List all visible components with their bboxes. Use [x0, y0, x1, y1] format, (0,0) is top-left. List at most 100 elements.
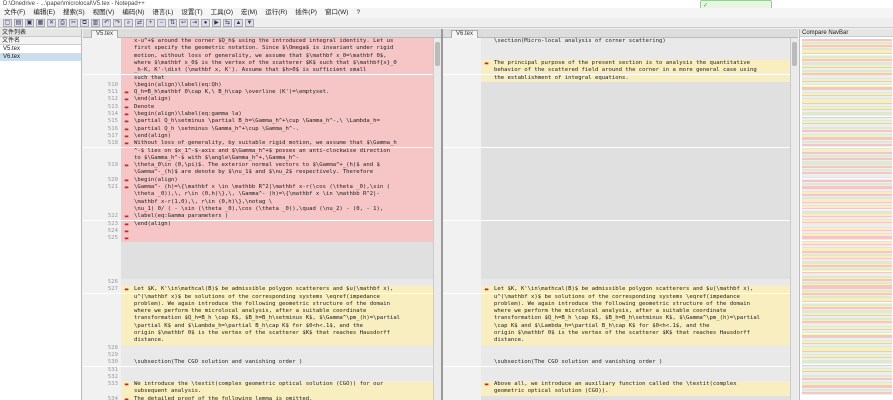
line-text[interactable] [493, 111, 798, 118]
line-text[interactable] [133, 279, 441, 286]
code-line[interactable] [443, 96, 798, 104]
line-text[interactable]: origin $\mathbf 0$ is the vertex of the … [493, 330, 798, 337]
file-item-v6[interactable]: V6.tex [0, 53, 81, 61]
code-line[interactable] [83, 242, 441, 250]
line-text[interactable]: geometric optical solution (CGO)). [493, 388, 798, 395]
line-text[interactable] [133, 228, 441, 235]
code-line[interactable]: motion, without loss of generality, we a… [83, 52, 441, 60]
replace-icon[interactable]: ⇄ [135, 19, 144, 27]
menu-item-9[interactable]: 运行(R) [261, 9, 291, 16]
line-text[interactable] [133, 242, 441, 249]
code-line[interactable] [443, 89, 798, 97]
line-text[interactable]: \begin(align)\label(eq:Qh) [133, 82, 441, 89]
code-line[interactable]: 519 ▬ \theta_0\in (0,\pi)$. The exterior … [83, 162, 441, 170]
code-line[interactable] [443, 52, 798, 60]
code-line[interactable] [443, 125, 798, 133]
line-text[interactable] [493, 162, 798, 169]
line-text[interactable]: _h-K, K'-\dist (\mathbf x, K'). Assume t… [133, 67, 441, 74]
code-line[interactable]: origin $\mathbf 0$ is the vertex of the … [443, 330, 798, 338]
line-text[interactable]: \end(align) [133, 221, 441, 228]
line-text[interactable]: Above all, we introduce an auxiliary fun… [493, 381, 798, 388]
code-line[interactable] [443, 344, 798, 352]
code-line[interactable] [443, 373, 798, 382]
line-text[interactable] [133, 272, 441, 279]
line-text[interactable] [493, 213, 798, 220]
line-text[interactable] [493, 367, 798, 374]
code-line[interactable]: origin $\mathbf 0$ is the vertex of the … [83, 330, 441, 338]
line-text[interactable]: the establishment of integral equations. [493, 75, 798, 82]
code-line[interactable] [443, 169, 798, 177]
line-text[interactable] [493, 221, 798, 228]
line-text[interactable]: \partial Q_h\setminus \partial B_h=\Gamm… [133, 118, 441, 125]
line-text[interactable] [493, 235, 798, 242]
line-text[interactable]: Denote [133, 104, 441, 111]
left-editor-pane[interactable]: V5.tex x-u^+$ around the corner $Q_h$ us… [83, 29, 441, 400]
redo-icon[interactable]: ↷ [113, 19, 122, 27]
line-text[interactable]: Let $K, K'\in\mathcal(B)$ be admissible … [133, 286, 441, 293]
code-line[interactable]: ▬ Above all, we introduce an auxiliary fu… [443, 381, 798, 389]
line-text[interactable] [493, 184, 798, 191]
line-text[interactable] [493, 89, 798, 96]
line-text[interactable] [133, 374, 441, 381]
line-text[interactable] [493, 191, 798, 198]
paste-icon[interactable]: ▥ [91, 19, 100, 27]
code-line[interactable] [443, 45, 798, 53]
code-line[interactable]: behavior of the scattered field around t… [443, 67, 798, 75]
code-line[interactable]: 520 ▬ \begin(align) [83, 176, 441, 184]
line-text[interactable]: transformation $Q_h=B_h \cap K$, $B_h=B_… [493, 315, 798, 322]
code-line[interactable] [443, 278, 798, 287]
line-text[interactable] [133, 250, 441, 257]
code-line[interactable] [443, 198, 798, 206]
code-line[interactable] [443, 249, 798, 257]
code-line[interactable]: 532 [83, 373, 441, 382]
copy-icon[interactable]: ⧉ [80, 19, 89, 27]
code-line[interactable] [443, 176, 798, 184]
code-line[interactable] [83, 249, 441, 257]
save-icon[interactable]: ▣ [25, 19, 34, 27]
code-line[interactable]: 513 ▬ Denote [83, 103, 441, 111]
menu-item-12[interactable]: ? [352, 9, 364, 16]
code-line[interactable]: the establishment of integral equations. [443, 74, 798, 82]
line-text[interactable] [493, 45, 798, 52]
line-text[interactable] [493, 242, 798, 249]
line-text[interactable] [133, 235, 441, 242]
line-text[interactable] [133, 264, 441, 271]
line-text[interactable]: \nu_1) 0/ ( - \sin (\theta _0),\cos (\th… [133, 206, 441, 213]
wrap-icon[interactable]: ↩ [179, 19, 188, 27]
line-text[interactable] [493, 169, 798, 176]
line-text[interactable] [493, 264, 798, 271]
line-text[interactable] [133, 367, 441, 374]
line-text[interactable]: \Gamma^- (h)=\{\mathbf x \in \mathbb R^2… [133, 184, 441, 191]
line-text[interactable] [133, 345, 441, 352]
close-icon[interactable]: ✕ [47, 19, 56, 27]
indent-icon[interactable]: ⇥ [190, 19, 199, 27]
open-icon[interactable]: ▤ [14, 19, 23, 27]
compare-navbar[interactable]: Compare NavBar [799, 29, 893, 400]
code-line[interactable] [443, 227, 798, 236]
line-text[interactable]: where we perform the microlocal analysis… [493, 308, 798, 315]
menu-item-3[interactable]: 视图(V) [89, 9, 119, 16]
code-line[interactable]: \cap K$ and $\Lambda_h=\partial B_h\cap … [443, 322, 798, 330]
line-text[interactable] [493, 177, 798, 184]
menu-item-5[interactable]: 语言(L) [148, 9, 177, 16]
code-line[interactable] [443, 154, 798, 163]
line-text[interactable] [493, 53, 798, 60]
find-icon[interactable]: ⌕ [124, 19, 133, 27]
line-text[interactable] [493, 228, 798, 235]
code-line[interactable]: 510 \begin(align)\label(eq:Qh) [83, 81, 441, 90]
code-line[interactable] [443, 147, 798, 155]
code-line[interactable]: 518 ▬ Without loss of generality, by suita… [83, 140, 441, 148]
code-line[interactable]: 530 \subsection(The CGO solution and vani… [83, 359, 441, 367]
code-line[interactable]: ▬ Let $K, K'\in\mathcal(B)$ be admissible… [443, 286, 798, 294]
new-icon[interactable]: ▢ [3, 19, 12, 27]
line-text[interactable] [493, 148, 798, 155]
code-line[interactable] [443, 205, 798, 214]
left-scroll-thumb[interactable] [435, 42, 440, 66]
line-text[interactable]: transformation $Q_h=B_h \cap K$, $B_h=B_… [133, 315, 441, 322]
code-line[interactable]: \nu_1) 0/ ( - \sin (\theta _0),\cos (\th… [83, 205, 441, 214]
code-line[interactable]: where we perform the microlocal analysis… [83, 308, 441, 316]
code-line[interactable]: 516 ▬ \partial Q_h \setminus \Gamma_h^+\c… [83, 125, 441, 133]
line-text[interactable]: origin $\mathbf 0$ is the vertex of the … [133, 330, 441, 337]
line-text[interactable]: \mathbf x-r(1,0),\, r\in (0,h)\},\notag … [133, 199, 441, 206]
diff-next-icon[interactable]: ▼ [245, 19, 254, 27]
